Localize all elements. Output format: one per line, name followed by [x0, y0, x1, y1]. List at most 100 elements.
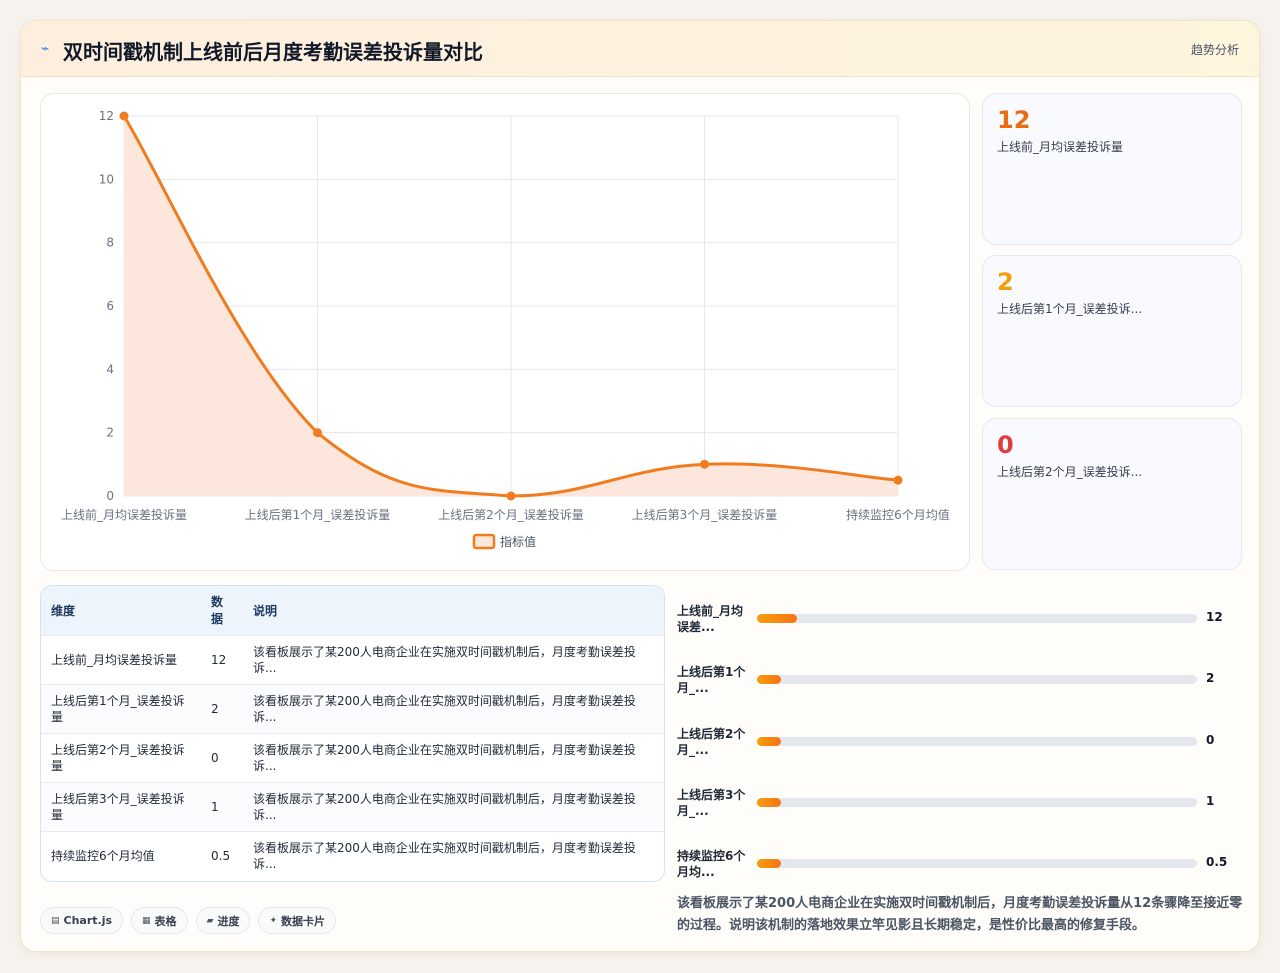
page-title: 双时间戳机制上线前后月度考勤误差投诉量对比	[63, 40, 483, 64]
card-icon: ✦	[269, 915, 278, 926]
tech-chips: ▤ Chart.js ▦ 表格 ▰ 进度 ✦ 数据卡片	[40, 907, 337, 934]
chip-data-card[interactable]: ✦ 数据卡片	[258, 907, 337, 934]
progress-value: 1	[1206, 794, 1215, 808]
data-point	[700, 459, 709, 469]
progress-value: 12	[1206, 610, 1223, 624]
kpi-label: 上线后第2个月_误差投诉...	[997, 465, 1143, 479]
x-tick-label: 持续监控6个月均值	[846, 507, 950, 522]
line-chart-card: 0 2 4 6 8 10 12 上线前_月均误差投诉量 上线后第1个月_误差投诉量 上线后第2个月…	[40, 93, 970, 571]
table-cell-dimension: 上线前_月均误差投诉量	[51, 652, 178, 667]
y-tick-label: 2	[106, 426, 114, 440]
data-table-card: 维度 数据 说明 上线前_月均误差投诉量 12 该看板展示了某200人电商企业在…	[40, 585, 665, 882]
table-cell-description: 该看板展示了某200人电商企业在实施双时间戳机制后，月度考勤误差投诉...	[253, 742, 636, 773]
x-tick-label: 上线前_月均误差投诉量	[61, 507, 187, 522]
dashboard-panel: ⌁ 双时间戳机制上线前后月度考勤误差投诉量对比 趋势分析 0 2 4 6 8 10 12 上线…	[20, 20, 1260, 952]
data-point	[313, 428, 322, 438]
table-row: 上线后第1个月_误差投诉量 2 该看板展示了某200人电商企业在实施双时间戳机制…	[41, 684, 664, 733]
y-tick-label: 6	[106, 299, 114, 313]
kpi-card-2: 0 上线后第2个月_误差投诉...	[982, 418, 1242, 570]
summary-text: 该看板展示了某200人电商企业在实施双时间戳机制后，月度考勤误差投诉量从12条骤…	[677, 896, 1243, 933]
chart-icon: ▤	[51, 915, 60, 926]
table-icon: ▦	[142, 915, 151, 926]
progress-label: 上线前_月均误差...	[677, 604, 744, 634]
table-cell-value: 12	[211, 652, 227, 667]
chip-label: Chart.js	[63, 914, 113, 927]
data-table: 维度 数据 说明 上线前_月均误差投诉量 12 该看板展示了某200人电商企业在…	[41, 586, 664, 880]
table-cell-description: 该看板展示了某200人电商企业在实施双时间戳机制后，月度考勤误差投诉...	[253, 791, 636, 822]
table-header-dimension: 维度	[51, 603, 76, 618]
progress-row: 上线后第2个月_... 0	[677, 718, 1247, 758]
y-tick-label: 4	[106, 362, 114, 376]
table-row: 上线后第3个月_误差投诉量 1 该看板展示了某200人电商企业在实施双时间戳机制…	[41, 782, 664, 831]
x-tick-label: 上线后第3个月_误差投诉量	[632, 507, 778, 522]
kpi-card-0: 12 上线前_月均误差投诉量	[982, 93, 1242, 245]
kpi-card-1: 2 上线后第1个月_误差投诉...	[982, 255, 1242, 407]
progress-row: 上线后第1个月_... 2	[677, 656, 1247, 696]
progress-fill	[757, 859, 782, 868]
progress-track	[757, 859, 1197, 868]
table-row: 上线前_月均误差投诉量 12 该看板展示了某200人电商企业在实施双时间戳机制后…	[41, 635, 664, 684]
trend-icon: ⌁	[41, 41, 50, 57]
data-point	[893, 475, 903, 485]
progress-row: 持续监控6个月均... 0.5	[677, 840, 1247, 880]
progress-value: 0.5	[1206, 855, 1228, 869]
legend-swatch	[472, 533, 496, 550]
table-cell-dimension: 上线后第1个月_误差投诉量	[51, 693, 185, 724]
table-header-row: 维度 数据 说明	[41, 586, 664, 635]
kpi-label: 上线后第1个月_误差投诉...	[997, 302, 1143, 316]
table-cell-description: 该看板展示了某200人电商企业在实施双时间戳机制后，月度考勤误差投诉...	[253, 840, 636, 871]
progress-fill	[757, 798, 782, 807]
chip-label: 表格	[154, 914, 177, 928]
data-point	[119, 111, 129, 121]
progress-label: 上线后第1个月_...	[677, 665, 746, 695]
y-tick-label: 10	[99, 172, 114, 186]
progress-fill	[757, 614, 797, 623]
progress-track	[757, 675, 1197, 684]
table-cell-dimension: 上线后第2个月_误差投诉量	[51, 742, 185, 773]
kpi-value: 0	[997, 431, 1014, 459]
progress-value: 2	[1206, 671, 1215, 685]
progress-icon: ▰	[206, 915, 214, 926]
chip-chartjs[interactable]: ▤ Chart.js	[40, 907, 124, 934]
progress-label: 上线后第2个月_...	[677, 727, 746, 757]
progress-row: 上线前_月均误差... 12	[677, 595, 1247, 635]
table-cell-value: 0	[211, 750, 219, 765]
table-cell-dimension: 上线后第3个月_误差投诉量	[51, 791, 185, 822]
y-tick-label: 12	[99, 109, 114, 123]
legend-label: 指标值	[500, 534, 536, 549]
table-cell-value: 0.5	[211, 848, 231, 863]
chip-label: 数据卡片	[281, 914, 326, 928]
line-chart: 0 2 4 6 8 10 12 上线前_月均误差投诉量 上线后第1个月_误差投诉量 上线后第2个月…	[61, 109, 950, 550]
table-cell-description: 该看板展示了某200人电商企业在实施双时间戳机制后，月度考勤误差投诉...	[253, 644, 636, 675]
data-point	[506, 491, 516, 501]
progress-label: 上线后第3个月_...	[677, 788, 746, 818]
x-tick-label: 上线后第1个月_误差投诉量	[245, 507, 391, 522]
progress-track	[757, 798, 1197, 807]
table-header-value: 数据	[211, 595, 224, 627]
dashboard-header: ⌁ 双时间戳机制上线前后月度考勤误差投诉量对比 趋势分析	[21, 21, 1259, 77]
progress-track	[757, 737, 1197, 746]
table-cell-dimension: 持续监控6个月均值	[51, 848, 155, 863]
y-tick-label: 8	[106, 236, 114, 250]
progress-value: 0	[1206, 733, 1215, 747]
table-header-description: 说明	[253, 603, 278, 618]
kpi-value: 2	[997, 268, 1014, 296]
progress-row: 上线后第3个月_... 1	[677, 779, 1247, 819]
y-tick-label: 0	[106, 489, 114, 503]
table-row: 上线后第2个月_误差投诉量 0 该看板展示了某200人电商企业在实施双时间戳机制…	[41, 733, 664, 782]
table-cell-value: 2	[211, 701, 219, 716]
analysis-tag[interactable]: 趋势分析	[1191, 41, 1239, 58]
progress-fill	[757, 675, 782, 684]
kpi-value: 12	[997, 106, 1031, 134]
chip-table[interactable]: ▦ 表格	[131, 907, 188, 934]
progress-track	[757, 614, 1197, 623]
table-cell-description: 该看板展示了某200人电商企业在实施双时间戳机制后，月度考勤误差投诉...	[253, 693, 636, 724]
chip-progress[interactable]: ▰ 进度	[195, 907, 251, 934]
table-row: 持续监控6个月均值 0.5 该看板展示了某200人电商企业在实施双时间戳机制后，…	[41, 831, 664, 880]
progress-label: 持续监控6个月均...	[677, 849, 746, 879]
kpi-label: 上线前_月均误差投诉量	[997, 140, 1124, 154]
table-cell-value: 1	[211, 799, 219, 814]
progress-fill	[757, 737, 782, 746]
chip-label: 进度	[217, 914, 240, 928]
x-tick-label: 上线后第2个月_误差投诉量	[438, 507, 584, 522]
